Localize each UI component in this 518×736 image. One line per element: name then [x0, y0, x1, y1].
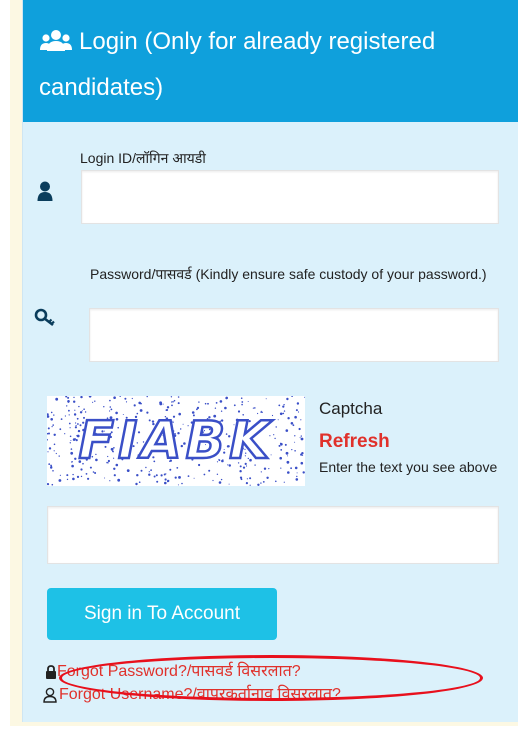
captcha-hint: Enter the text you see above [319, 459, 498, 475]
captcha-text: FIABK [77, 410, 274, 473]
password-input[interactable] [89, 308, 499, 362]
users-icon [39, 28, 73, 68]
captcha-label: Captcha [319, 399, 383, 418]
captcha-image: FIABK [47, 396, 305, 486]
captcha-input[interactable] [47, 506, 499, 564]
login-id-input[interactable] [81, 170, 499, 224]
annotation-ellipse [59, 655, 483, 701]
lock-icon [45, 665, 57, 684]
login-header: Login (Only for already registered candi… [23, 0, 518, 122]
login-title: Login (Only for already registered candi… [39, 28, 436, 101]
captcha-refresh-link[interactable]: Refresh [319, 430, 390, 454]
user-icon [37, 181, 53, 206]
login-card: Login (Only for already registered candi… [22, 0, 518, 722]
user-outline-icon [43, 687, 57, 708]
key-icon [34, 308, 58, 333]
login-id-label: Login ID/लॉगिन आयडी [80, 150, 206, 166]
sign-in-button[interactable]: Sign in To Account [47, 588, 277, 640]
password-label: Password/पासवर्ड (Kindly ensure safe cus… [90, 266, 487, 282]
